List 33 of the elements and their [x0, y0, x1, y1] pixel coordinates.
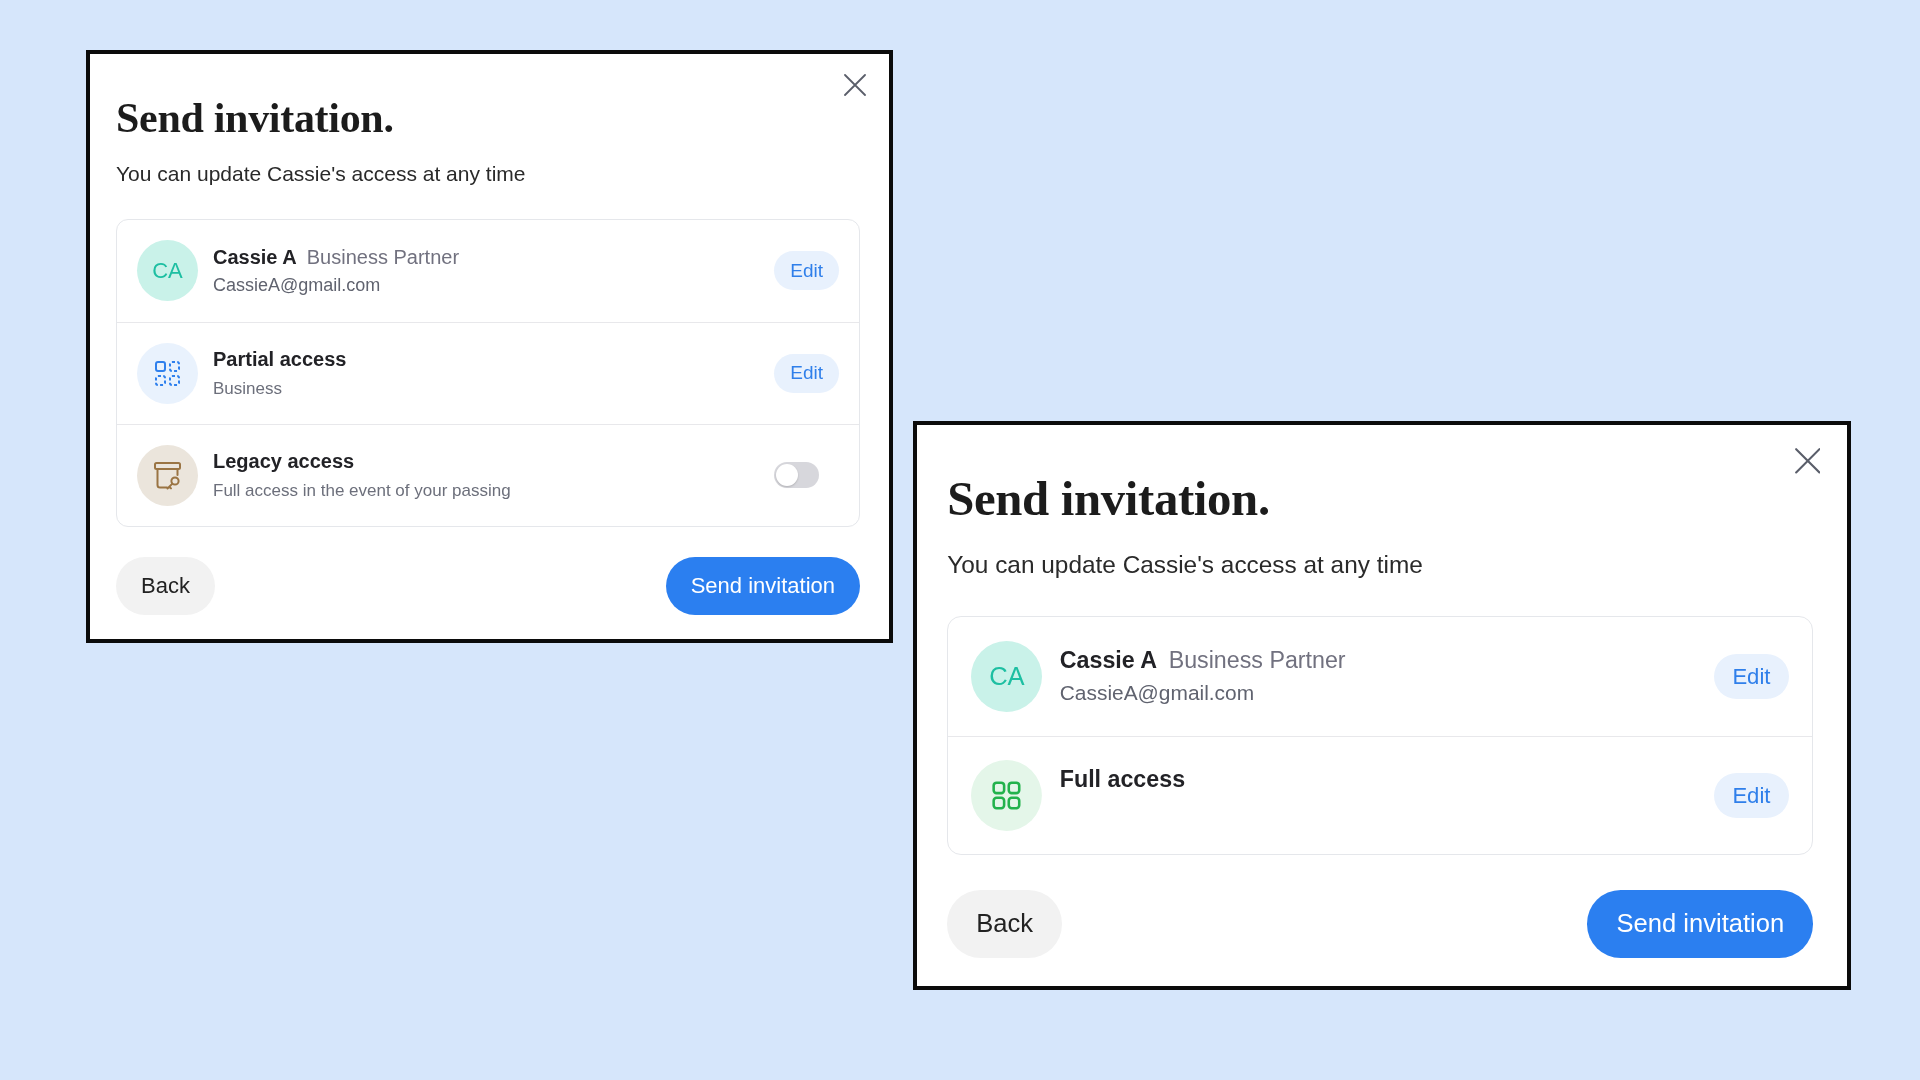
box-key-icon	[137, 444, 198, 506]
access-title: Full access	[1059, 765, 1186, 795]
close-button[interactable]	[1794, 448, 1821, 474]
edit-button[interactable]: Edit	[1713, 653, 1790, 700]
grid-icon	[971, 760, 1043, 831]
edit-button[interactable]: Edit	[774, 251, 839, 291]
avatar: CA	[971, 641, 1043, 712]
person-name: Cassie A	[213, 244, 297, 270]
close-button[interactable]	[844, 74, 866, 96]
send-invitation-button[interactable]: Send invitation	[1587, 890, 1814, 958]
access-title: Legacy access	[213, 449, 355, 475]
access-title: Partial access	[213, 347, 347, 373]
toggle-switch[interactable]	[774, 462, 819, 489]
send-invitation-button[interactable]: Send invitation	[665, 556, 860, 615]
person-role: Business Partner	[306, 244, 460, 270]
close-icon	[1794, 448, 1821, 474]
person-name: Cassie A	[1059, 646, 1158, 676]
dialog-subtitle: You can update Cassie's access at any time	[116, 161, 526, 188]
edit-button[interactable]: Edit	[774, 353, 839, 393]
dashed-grid-icon	[137, 342, 198, 404]
person-role: Business Partner	[1168, 646, 1346, 676]
dialog-subtitle: You can update Cassie's access at any time	[947, 549, 1423, 580]
avatar: CA	[137, 240, 198, 302]
back-button[interactable]: Back	[947, 890, 1063, 958]
edit-button[interactable]: Edit	[1713, 772, 1790, 819]
dialog-title: Send invitation.	[116, 94, 394, 143]
access-description: Full access in the event of your passing	[213, 480, 511, 503]
dialog-title: Send invitation.	[947, 471, 1270, 528]
access-description: Business	[213, 378, 282, 401]
back-button[interactable]: Back	[116, 556, 215, 615]
person-email: CassieA@gmail.com	[1059, 679, 1255, 706]
person-email: CassieA@gmail.com	[213, 273, 381, 297]
close-icon	[844, 74, 866, 96]
